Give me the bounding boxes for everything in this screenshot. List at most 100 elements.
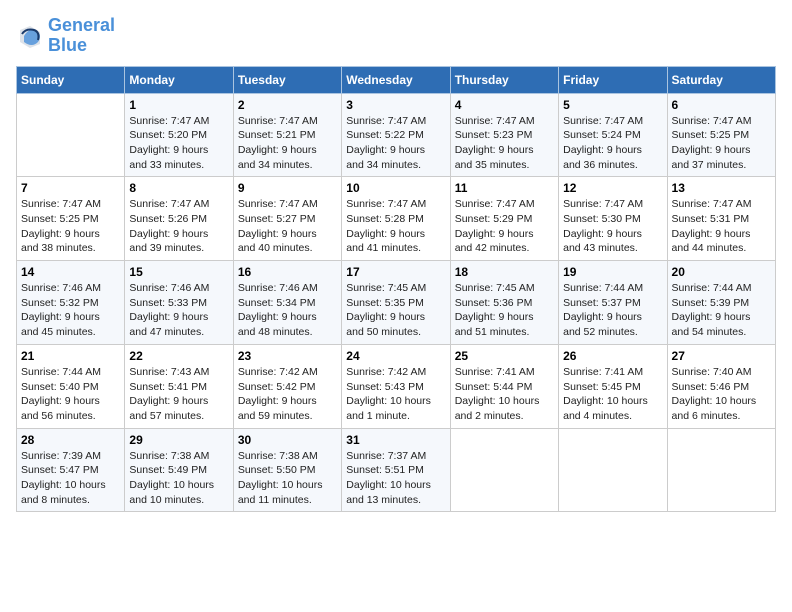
calendar-cell: 4 Sunrise: 7:47 AM Sunset: 5:23 PM Daylig…	[450, 93, 558, 177]
day-number: 6	[672, 98, 771, 112]
day-number: 28	[21, 433, 120, 447]
day-info: Sunrise: 7:46 AM Sunset: 5:34 PM Dayligh…	[238, 281, 337, 340]
calendar-table: SundayMondayTuesdayWednesdayThursdayFrid…	[16, 66, 776, 513]
day-info: Sunrise: 7:37 AM Sunset: 5:51 PM Dayligh…	[346, 449, 445, 508]
day-info: Sunrise: 7:42 AM Sunset: 5:43 PM Dayligh…	[346, 365, 445, 424]
col-header-sunday: Sunday	[17, 66, 125, 93]
col-header-friday: Friday	[559, 66, 667, 93]
day-info: Sunrise: 7:47 AM Sunset: 5:22 PM Dayligh…	[346, 114, 445, 173]
day-number: 16	[238, 265, 337, 279]
day-info: Sunrise: 7:43 AM Sunset: 5:41 PM Dayligh…	[129, 365, 228, 424]
day-info: Sunrise: 7:41 AM Sunset: 5:44 PM Dayligh…	[455, 365, 554, 424]
day-number: 14	[21, 265, 120, 279]
day-info: Sunrise: 7:46 AM Sunset: 5:32 PM Dayligh…	[21, 281, 120, 340]
calendar-cell: 28 Sunrise: 7:39 AM Sunset: 5:47 PM Dayli…	[17, 428, 125, 512]
calendar-cell: 1 Sunrise: 7:47 AM Sunset: 5:20 PM Daylig…	[125, 93, 233, 177]
day-number: 27	[672, 349, 771, 363]
day-info: Sunrise: 7:47 AM Sunset: 5:25 PM Dayligh…	[21, 197, 120, 256]
calendar-cell: 30 Sunrise: 7:38 AM Sunset: 5:50 PM Dayli…	[233, 428, 341, 512]
day-number: 8	[129, 181, 228, 195]
day-info: Sunrise: 7:44 AM Sunset: 5:39 PM Dayligh…	[672, 281, 771, 340]
logo: General Blue	[16, 16, 115, 56]
day-info: Sunrise: 7:47 AM Sunset: 5:25 PM Dayligh…	[672, 114, 771, 173]
day-number: 15	[129, 265, 228, 279]
logo-text: General Blue	[48, 16, 115, 56]
day-info: Sunrise: 7:47 AM Sunset: 5:20 PM Dayligh…	[129, 114, 228, 173]
day-info: Sunrise: 7:47 AM Sunset: 5:24 PM Dayligh…	[563, 114, 662, 173]
calendar-cell: 19 Sunrise: 7:44 AM Sunset: 5:37 PM Dayli…	[559, 261, 667, 345]
calendar-cell: 10 Sunrise: 7:47 AM Sunset: 5:28 PM Dayli…	[342, 177, 450, 261]
page-header: General Blue	[16, 16, 776, 56]
day-info: Sunrise: 7:47 AM Sunset: 5:28 PM Dayligh…	[346, 197, 445, 256]
day-info: Sunrise: 7:41 AM Sunset: 5:45 PM Dayligh…	[563, 365, 662, 424]
day-info: Sunrise: 7:38 AM Sunset: 5:49 PM Dayligh…	[129, 449, 228, 508]
col-header-saturday: Saturday	[667, 66, 775, 93]
calendar-cell: 8 Sunrise: 7:47 AM Sunset: 5:26 PM Daylig…	[125, 177, 233, 261]
day-number: 23	[238, 349, 337, 363]
day-info: Sunrise: 7:46 AM Sunset: 5:33 PM Dayligh…	[129, 281, 228, 340]
day-info: Sunrise: 7:47 AM Sunset: 5:29 PM Dayligh…	[455, 197, 554, 256]
calendar-cell: 2 Sunrise: 7:47 AM Sunset: 5:21 PM Daylig…	[233, 93, 341, 177]
calendar-cell: 7 Sunrise: 7:47 AM Sunset: 5:25 PM Daylig…	[17, 177, 125, 261]
calendar-cell: 12Sunrise: 7:47 AM Sunset: 5:30 PM Dayli…	[559, 177, 667, 261]
col-header-tuesday: Tuesday	[233, 66, 341, 93]
day-number: 2	[238, 98, 337, 112]
calendar-cell: 5 Sunrise: 7:47 AM Sunset: 5:24 PM Daylig…	[559, 93, 667, 177]
calendar-cell: 3 Sunrise: 7:47 AM Sunset: 5:22 PM Daylig…	[342, 93, 450, 177]
day-number: 26	[563, 349, 662, 363]
calendar-cell: 16 Sunrise: 7:46 AM Sunset: 5:34 PM Dayli…	[233, 261, 341, 345]
day-number: 7	[21, 181, 120, 195]
col-header-wednesday: Wednesday	[342, 66, 450, 93]
col-header-monday: Monday	[125, 66, 233, 93]
day-number: 10	[346, 181, 445, 195]
day-info: Sunrise: 7:45 AM Sunset: 5:36 PM Dayligh…	[455, 281, 554, 340]
calendar-cell: 24 Sunrise: 7:42 AM Sunset: 5:43 PM Dayli…	[342, 344, 450, 428]
calendar-cell	[559, 428, 667, 512]
col-header-thursday: Thursday	[450, 66, 558, 93]
day-info: Sunrise: 7:39 AM Sunset: 5:47 PM Dayligh…	[21, 449, 120, 508]
calendar-cell: 11 Sunrise: 7:47 AM Sunset: 5:29 PM Dayli…	[450, 177, 558, 261]
day-info: Sunrise: 7:44 AM Sunset: 5:40 PM Dayligh…	[21, 365, 120, 424]
calendar-header: SundayMondayTuesdayWednesdayThursdayFrid…	[17, 66, 776, 93]
day-number: 21	[21, 349, 120, 363]
day-number: 1	[129, 98, 228, 112]
day-number: 5	[563, 98, 662, 112]
calendar-cell: 14 Sunrise: 7:46 AM Sunset: 5:32 PM Dayli…	[17, 261, 125, 345]
day-number: 13	[672, 181, 771, 195]
calendar-cell: 25 Sunrise: 7:41 AM Sunset: 5:44 PM Dayli…	[450, 344, 558, 428]
calendar-cell: 17Sunrise: 7:45 AM Sunset: 5:35 PM Dayli…	[342, 261, 450, 345]
calendar-cell: 6 Sunrise: 7:47 AM Sunset: 5:25 PM Daylig…	[667, 93, 775, 177]
day-info: Sunrise: 7:47 AM Sunset: 5:26 PM Dayligh…	[129, 197, 228, 256]
day-number: 20	[672, 265, 771, 279]
day-info: Sunrise: 7:42 AM Sunset: 5:42 PM Dayligh…	[238, 365, 337, 424]
logo-icon	[16, 22, 44, 50]
day-number: 29	[129, 433, 228, 447]
calendar-cell: 27Sunrise: 7:40 AM Sunset: 5:46 PM Dayli…	[667, 344, 775, 428]
calendar-cell	[17, 93, 125, 177]
day-number: 9	[238, 181, 337, 195]
day-number: 19	[563, 265, 662, 279]
day-number: 24	[346, 349, 445, 363]
calendar-cell: 31 Sunrise: 7:37 AM Sunset: 5:51 PM Dayli…	[342, 428, 450, 512]
calendar-cell: 21 Sunrise: 7:44 AM Sunset: 5:40 PM Dayli…	[17, 344, 125, 428]
day-number: 11	[455, 181, 554, 195]
day-number: 30	[238, 433, 337, 447]
day-number: 12	[563, 181, 662, 195]
day-info: Sunrise: 7:47 AM Sunset: 5:23 PM Dayligh…	[455, 114, 554, 173]
day-number: 4	[455, 98, 554, 112]
calendar-cell: 18 Sunrise: 7:45 AM Sunset: 5:36 PM Dayli…	[450, 261, 558, 345]
day-number: 22	[129, 349, 228, 363]
day-number: 31	[346, 433, 445, 447]
day-info: Sunrise: 7:38 AM Sunset: 5:50 PM Dayligh…	[238, 449, 337, 508]
day-number: 18	[455, 265, 554, 279]
calendar-cell: 29 Sunrise: 7:38 AM Sunset: 5:49 PM Dayli…	[125, 428, 233, 512]
calendar-cell	[667, 428, 775, 512]
calendar-cell: 26 Sunrise: 7:41 AM Sunset: 5:45 PM Dayli…	[559, 344, 667, 428]
calendar-cell: 20 Sunrise: 7:44 AM Sunset: 5:39 PM Dayli…	[667, 261, 775, 345]
day-info: Sunrise: 7:45 AM Sunset: 5:35 PM Dayligh…	[346, 281, 445, 340]
day-info: Sunrise: 7:44 AM Sunset: 5:37 PM Dayligh…	[563, 281, 662, 340]
day-number: 25	[455, 349, 554, 363]
day-number: 3	[346, 98, 445, 112]
day-info: Sunrise: 7:47 AM Sunset: 5:21 PM Dayligh…	[238, 114, 337, 173]
calendar-cell	[450, 428, 558, 512]
